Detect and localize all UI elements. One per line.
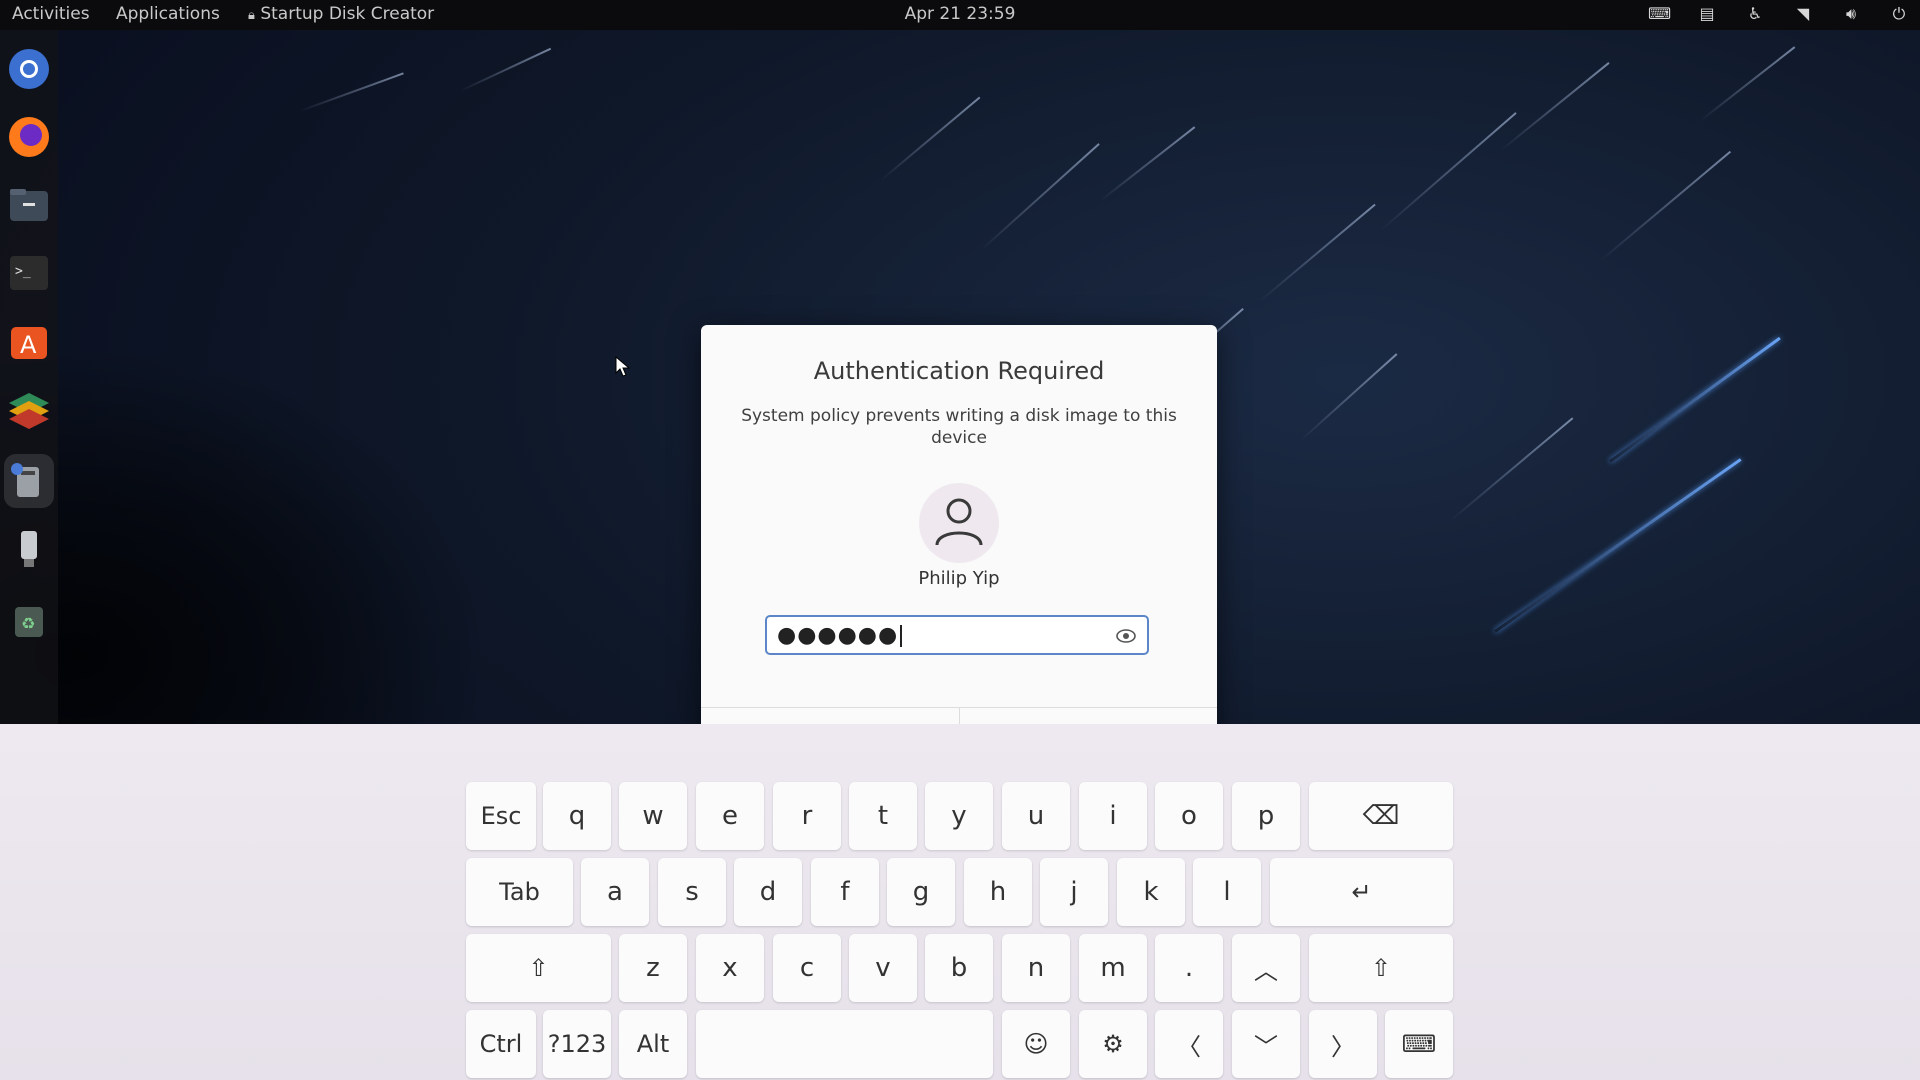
star-trail: [1379, 112, 1517, 232]
star-trail: [1699, 46, 1796, 122]
activities-button[interactable]: Activities: [12, 4, 90, 24]
svg-text:A: A: [20, 331, 37, 359]
authentication-dialog: Authentication Required System policy pr…: [701, 325, 1217, 756]
key-space[interactable]: [696, 1010, 993, 1078]
password-value: ●●●●●●: [777, 623, 902, 648]
on-screen-keyboard: Esc q w e r t y u i o p ⌫ Tab a s d f g …: [0, 724, 1920, 1080]
key-period[interactable]: .: [1155, 934, 1223, 1002]
password-field[interactable]: ●●●●●●: [765, 615, 1149, 655]
mouse-pointer-icon: [615, 356, 631, 377]
current-app-label: Startup Disk Creator: [260, 4, 435, 24]
key-k[interactable]: k: [1117, 858, 1185, 926]
text-cursor: [900, 625, 902, 647]
key-arrow-left[interactable]: 〈: [1155, 1010, 1223, 1078]
key-m[interactable]: m: [1079, 934, 1147, 1002]
key-a[interactable]: a: [581, 858, 649, 926]
star-trail: [1449, 417, 1574, 522]
show-password-icon[interactable]: [1115, 625, 1137, 647]
key-shift-left[interactable]: ⇧: [466, 934, 611, 1002]
lock-icon: 🔒︎: [248, 8, 255, 23]
key-tab[interactable]: Tab: [466, 858, 573, 926]
key-v[interactable]: v: [849, 934, 917, 1002]
key-shift-right[interactable]: ⇧: [1309, 934, 1453, 1002]
firefox-icon[interactable]: [7, 115, 51, 159]
key-arrow-down[interactable]: ﹀: [1232, 1010, 1300, 1078]
applications-menu[interactable]: Applications: [116, 4, 220, 24]
dock: >_ A ♻: [0, 30, 58, 724]
svg-text:♻: ♻: [21, 614, 35, 633]
svg-text:>_: >_: [15, 264, 31, 279]
key-arrow-up[interactable]: ︿: [1232, 934, 1300, 1002]
key-o[interactable]: o: [1155, 782, 1223, 850]
files-icon[interactable]: [7, 183, 51, 227]
chromium-icon[interactable]: [7, 47, 51, 91]
key-r[interactable]: r: [773, 782, 841, 850]
star-trail-bright: [1494, 458, 1742, 633]
clock[interactable]: Apr 21 23:59: [905, 4, 1016, 24]
key-p[interactable]: p: [1232, 782, 1300, 850]
settings-key-icon[interactable]: ⚙: [1079, 1010, 1147, 1078]
key-x[interactable]: x: [696, 934, 764, 1002]
key-c[interactable]: c: [773, 934, 841, 1002]
user-icon: [935, 498, 983, 546]
trash-icon[interactable]: ♻: [7, 597, 51, 641]
clipboard-icon[interactable]: ▤: [1696, 4, 1718, 24]
layers-icon[interactable]: [7, 387, 51, 431]
wifi-icon[interactable]: ◥: [1792, 4, 1814, 24]
star-trail: [1499, 62, 1610, 152]
keyboard-indicator-icon[interactable]: ⌨: [1648, 4, 1671, 24]
key-n[interactable]: n: [1002, 934, 1070, 1002]
star-trail: [979, 143, 1100, 252]
volume-icon[interactable]: 🔊︎: [1840, 4, 1862, 24]
user-name: Philip Yip: [918, 568, 1000, 589]
key-s[interactable]: s: [658, 858, 726, 926]
system-tray: ⌨ ▤ ♿︎ ◥ 🔊︎ ⏻: [1648, 4, 1910, 24]
key-u[interactable]: u: [1002, 782, 1070, 850]
key-l[interactable]: l: [1193, 858, 1261, 926]
key-z[interactable]: z: [619, 934, 687, 1002]
key-backspace[interactable]: ⌫: [1309, 782, 1453, 850]
key-enter[interactable]: ↵: [1270, 858, 1453, 926]
top-bar: Activities Applications 🔒︎ Startup Disk …: [0, 0, 1920, 30]
star-trail: [1599, 150, 1731, 262]
key-arrow-right[interactable]: 〉: [1309, 1010, 1377, 1078]
current-app-menu[interactable]: 🔒︎ Startup Disk Creator: [248, 4, 434, 24]
dialog-message: System policy prevents writing a disk im…: [741, 406, 1177, 448]
star-trail: [1099, 126, 1196, 202]
emoji-key-icon[interactable]: ☺: [1002, 1010, 1070, 1078]
hide-keyboard-icon[interactable]: ⌨: [1385, 1010, 1453, 1078]
usb-drive-icon[interactable]: [7, 527, 51, 571]
star-trail-bright: [1609, 336, 1781, 463]
power-icon[interactable]: ⏻: [1888, 4, 1910, 24]
star-trail: [299, 72, 404, 112]
key-ctrl[interactable]: Ctrl: [466, 1010, 536, 1078]
accessibility-icon[interactable]: ♿︎: [1744, 4, 1766, 24]
key-b[interactable]: b: [925, 934, 993, 1002]
key-f[interactable]: f: [811, 858, 879, 926]
key-i[interactable]: i: [1079, 782, 1147, 850]
key-t[interactable]: t: [849, 782, 917, 850]
user-avatar: [919, 483, 999, 563]
key-d[interactable]: d: [734, 858, 802, 926]
terminal-icon[interactable]: >_: [7, 251, 51, 295]
key-g[interactable]: g: [887, 858, 955, 926]
star-trail: [879, 96, 981, 182]
key-e[interactable]: e: [696, 782, 764, 850]
star-trail: [1299, 353, 1398, 442]
key-q[interactable]: q: [543, 782, 611, 850]
app-store-icon[interactable]: A: [7, 319, 51, 363]
key-symbols[interactable]: ?123: [543, 1010, 611, 1078]
dialog-title: Authentication Required: [813, 357, 1105, 385]
key-j[interactable]: j: [1040, 858, 1108, 926]
key-w[interactable]: w: [619, 782, 687, 850]
star-trail: [1259, 203, 1376, 302]
startup-disk-creator-icon[interactable]: [4, 454, 54, 508]
tree-silhouette: [0, 320, 520, 740]
key-h[interactable]: h: [964, 858, 1032, 926]
key-y[interactable]: y: [925, 782, 993, 850]
key-esc[interactable]: Esc: [466, 782, 536, 850]
star-trail: [459, 47, 551, 92]
key-alt[interactable]: Alt: [619, 1010, 687, 1078]
